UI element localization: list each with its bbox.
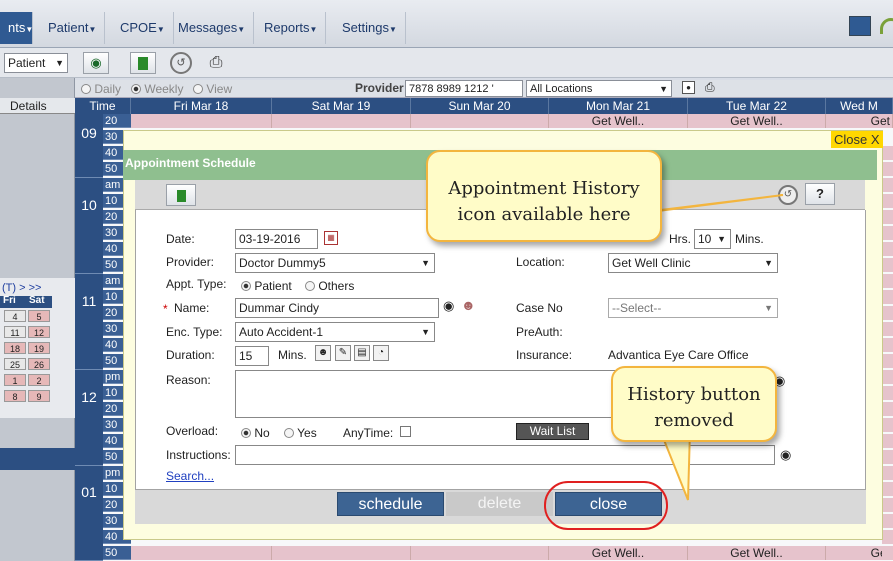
callout-pointers: [619, 194, 784, 501]
callout-history-button: History button removed: [611, 366, 777, 442]
callout-history-icon: Appointment History icon available here: [426, 150, 662, 242]
